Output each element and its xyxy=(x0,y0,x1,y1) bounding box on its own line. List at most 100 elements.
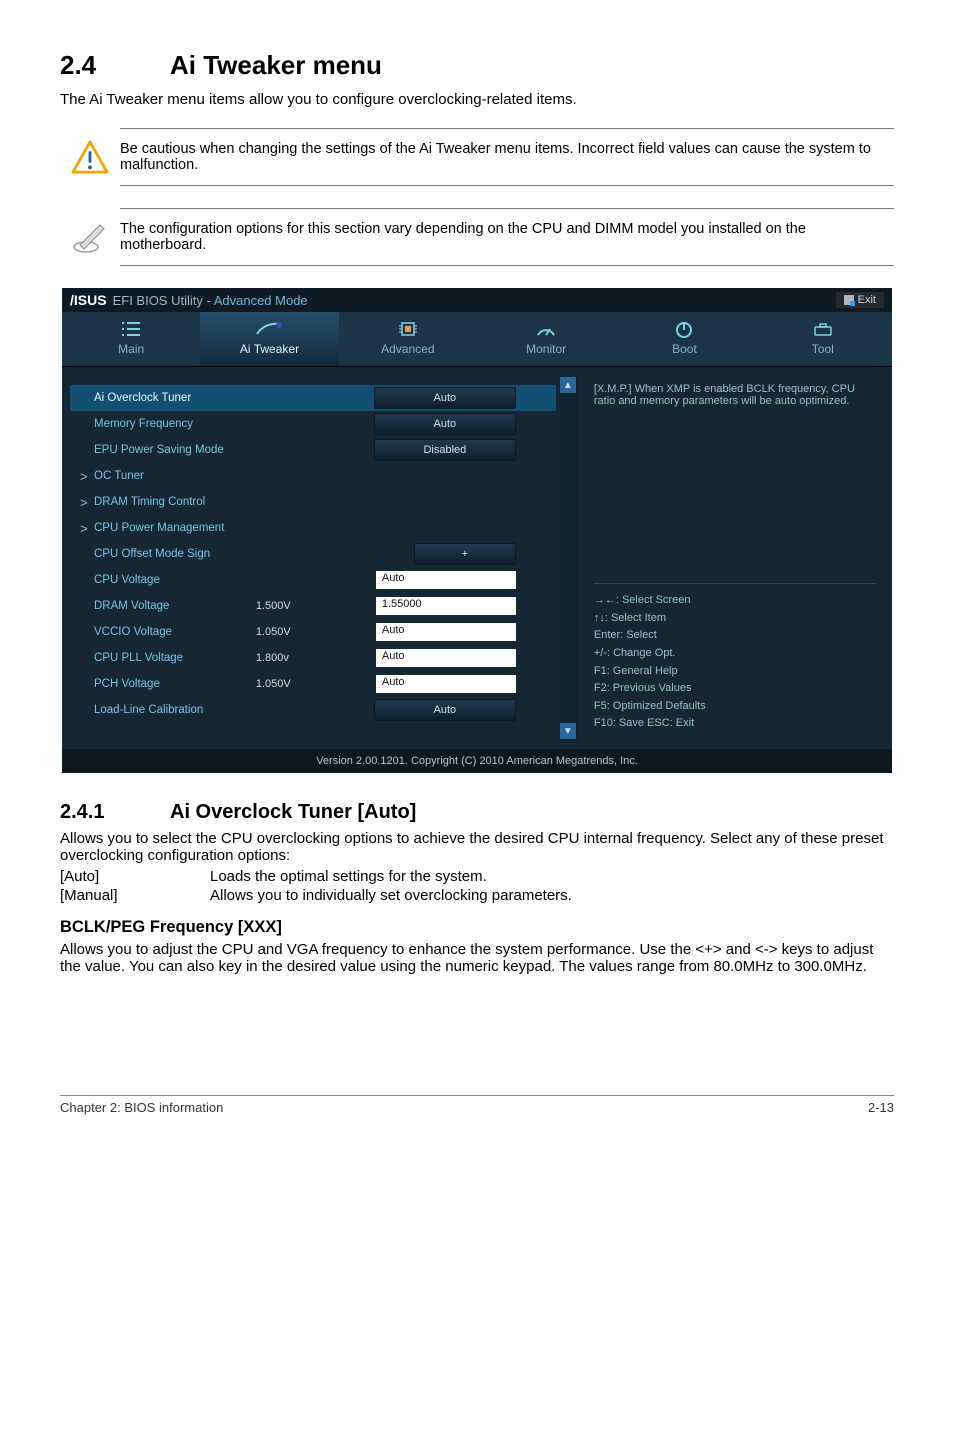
exit-label: Exit xyxy=(858,294,876,306)
bios-footer: Version 2.00.1201. Copyright (C) 2010 Am… xyxy=(62,749,892,773)
label-offset-sign: CPU Offset Mode Sign xyxy=(94,548,414,560)
footer-right: 2-13 xyxy=(868,1100,894,1115)
footer-left: Chapter 2: BIOS information xyxy=(60,1100,223,1115)
label-load-line: Load-Line Calibration xyxy=(94,704,374,716)
value-epu[interactable]: Disabled xyxy=(374,439,516,461)
tab-boot[interactable]: Boot xyxy=(615,312,753,366)
static-pll-voltage: 1.800v xyxy=(256,652,356,664)
tab-ai-tweaker[interactable]: Ai Tweaker xyxy=(200,312,338,366)
section-number: 2.4 xyxy=(60,50,170,81)
bclk-paragraph: Allows you to adjust the CPU and VGA fre… xyxy=(60,941,894,975)
value-load-line[interactable]: Auto xyxy=(374,699,516,721)
row-oc-tuner[interactable]: > OC Tuner xyxy=(70,463,556,489)
option-manual: [Manual]Allows you to individually set o… xyxy=(60,887,894,904)
chip-icon xyxy=(339,318,477,340)
tab-tool-label: Tool xyxy=(754,342,892,356)
subsection-number: 2.4.1 xyxy=(60,801,170,824)
value-dram-voltage[interactable]: 1.55000 xyxy=(376,597,516,615)
tab-monitor[interactable]: Monitor xyxy=(477,312,615,366)
bclk-heading: BCLK/PEG Frequency [XXX] xyxy=(60,918,894,937)
warning-icon xyxy=(71,140,109,174)
option-manual-key: [Manual] xyxy=(60,887,210,904)
info-note: The configuration options for this secti… xyxy=(60,208,894,266)
subsection-intro: Allows you to select the CPU overclockin… xyxy=(60,830,894,864)
label-dram-voltage: DRAM Voltage xyxy=(94,600,256,612)
value-offset-sign[interactable]: + xyxy=(414,543,516,565)
row-dram-voltage[interactable]: DRAM Voltage 1.500V 1.55000 xyxy=(70,593,556,619)
row-epu[interactable]: EPU Power Saving Mode Disabled xyxy=(70,437,556,463)
value-memory-freq[interactable]: Auto xyxy=(374,413,516,435)
tab-main[interactable]: Main xyxy=(62,312,200,366)
section-heading: 2.4Ai Tweaker menu xyxy=(60,50,894,81)
subsection-title: Ai Overclock Tuner [Auto] xyxy=(170,801,416,823)
value-cpu-voltage[interactable]: Auto xyxy=(376,571,516,589)
tool-icon xyxy=(754,318,892,340)
section-title: Ai Tweaker menu xyxy=(170,50,382,80)
value-vccio-voltage[interactable]: Auto xyxy=(376,623,516,641)
row-cpu-voltage[interactable]: CPU Voltage Auto xyxy=(70,567,556,593)
scrollbar[interactable]: ▲ ▼ xyxy=(560,375,578,741)
help-line: F5: Optimized Defaults xyxy=(594,698,876,716)
static-vccio-voltage: 1.050V xyxy=(256,626,356,638)
value-pll-voltage[interactable]: Auto xyxy=(376,649,516,667)
label-ai-overclock: Ai Overclock Tuner xyxy=(94,392,374,404)
asus-logo: /ISUS xyxy=(70,292,107,308)
help-line: F10: Save ESC: Exit xyxy=(594,715,876,733)
scroll-down-icon[interactable]: ▼ xyxy=(560,723,576,739)
row-pll-voltage[interactable]: CPU PLL Voltage 1.800v Auto xyxy=(70,645,556,671)
label-cpu-power-mgmt: CPU Power Management xyxy=(94,522,556,534)
label-oc-tuner: OC Tuner xyxy=(94,470,556,482)
tab-advanced[interactable]: Advanced xyxy=(339,312,477,366)
warning-text: Be cautious when changing the settings o… xyxy=(120,128,894,186)
help-keys: →←: Select Screen ↑↓: Select Item Enter:… xyxy=(594,583,876,733)
row-vccio-voltage[interactable]: VCCIO Voltage 1.050V Auto xyxy=(70,619,556,645)
page-footer: Chapter 2: BIOS information 2-13 xyxy=(60,1095,894,1115)
tab-main-label: Main xyxy=(62,342,200,356)
label-vccio-voltage: VCCIO Voltage xyxy=(94,626,256,638)
tab-tool[interactable]: Tool xyxy=(754,312,892,366)
help-line: Enter: Select xyxy=(594,627,876,645)
help-line: F2: Previous Values xyxy=(594,680,876,698)
option-auto-desc: Loads the optimal settings for the syste… xyxy=(210,868,487,885)
bios-tabs: Main Ai Tweaker Advanced Monitor xyxy=(62,312,892,367)
warning-note: Be cautious when changing the settings o… xyxy=(60,128,894,186)
label-cpu-voltage: CPU Voltage xyxy=(94,574,376,586)
row-cpu-power-mgmt[interactable]: > CPU Power Management xyxy=(70,515,556,541)
row-pch-voltage[interactable]: PCH Voltage 1.050V Auto xyxy=(70,671,556,697)
exit-icon xyxy=(844,295,854,305)
row-ai-overclock[interactable]: Ai Overclock Tuner Auto xyxy=(70,385,556,411)
help-panel: [X.M.P.] When XMP is enabled BCLK freque… xyxy=(586,375,884,741)
static-dram-voltage: 1.500V xyxy=(256,600,356,612)
static-pch-voltage: 1.050V xyxy=(256,678,356,690)
option-auto: [Auto]Loads the optimal settings for the… xyxy=(60,868,894,885)
option-manual-desc: Allows you to individually set overclock… xyxy=(210,887,572,904)
row-load-line[interactable]: Load-Line Calibration Auto xyxy=(70,697,556,723)
info-text: The configuration options for this secti… xyxy=(120,208,894,266)
tab-monitor-label: Monitor xyxy=(477,342,615,356)
value-pch-voltage[interactable]: Auto xyxy=(376,675,516,693)
label-pll-voltage: CPU PLL Voltage xyxy=(94,652,256,664)
gauge-icon xyxy=(477,318,615,340)
bios-title: EFI BIOS Utility - Advanced Mode xyxy=(113,293,308,308)
tweaker-icon xyxy=(200,318,338,340)
label-dram-timing: DRAM Timing Control xyxy=(94,496,556,508)
subsection-heading: 2.4.1Ai Overclock Tuner [Auto] xyxy=(60,801,894,824)
row-dram-timing[interactable]: > DRAM Timing Control xyxy=(70,489,556,515)
label-epu: EPU Power Saving Mode xyxy=(94,444,374,456)
tab-boot-label: Boot xyxy=(615,342,753,356)
pen-icon xyxy=(70,217,110,257)
intro-text: The Ai Tweaker menu items allow you to c… xyxy=(60,91,894,108)
help-line: →←: Select Screen xyxy=(594,592,876,610)
power-icon xyxy=(615,318,753,340)
value-ai-overclock[interactable]: Auto xyxy=(374,387,516,409)
scroll-up-icon[interactable]: ▲ xyxy=(560,377,576,393)
label-pch-voltage: PCH Voltage xyxy=(94,678,256,690)
row-memory-freq[interactable]: Memory Frequency Auto xyxy=(70,411,556,437)
help-line: ↑↓: Select Item xyxy=(594,610,876,628)
tab-advanced-label: Advanced xyxy=(339,342,477,356)
option-auto-key: [Auto] xyxy=(60,868,210,885)
help-line: F1: General Help xyxy=(594,663,876,681)
exit-button[interactable]: Exit xyxy=(836,292,884,308)
help-line: +/-: Change Opt. xyxy=(594,645,876,663)
row-offset-sign[interactable]: CPU Offset Mode Sign + xyxy=(70,541,556,567)
